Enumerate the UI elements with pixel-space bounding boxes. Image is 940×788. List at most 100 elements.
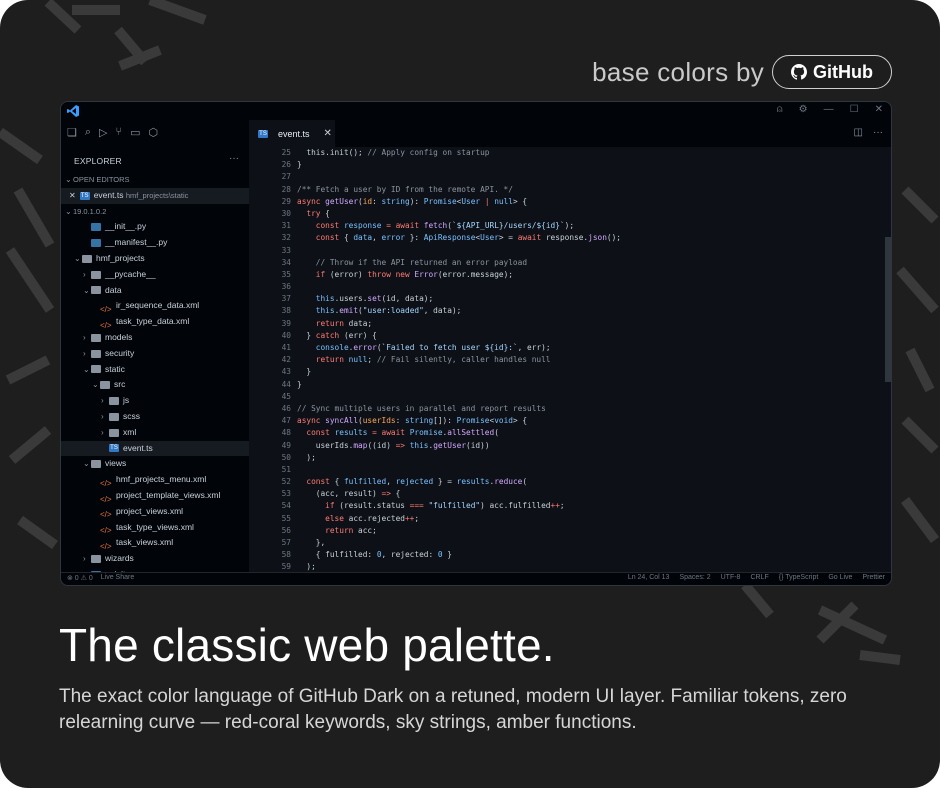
status-item[interactable]: UTF-8	[721, 574, 741, 581]
line-number: 46	[281, 403, 291, 413]
code-token: ((id)	[367, 440, 396, 450]
code-token: }	[442, 550, 452, 560]
tree-item[interactable]: › scss	[61, 409, 249, 425]
tree-item[interactable]: __manifest__.py	[61, 235, 249, 251]
open-editor-item[interactable]: ✕ TS event.ts hmf_projects\static	[61, 187, 249, 204]
code-token: > =	[498, 233, 518, 243]
code-token: if	[297, 269, 330, 279]
code-token: data	[353, 233, 373, 243]
status-left: ⊗ 0 ⚠ 0 Live Share	[67, 574, 134, 582]
tab-event-ts[interactable]: TS event.ts ✕	[249, 120, 335, 147]
search-icon[interactable]: ⌕	[85, 126, 91, 139]
code-token: , rejected:	[381, 550, 438, 560]
tree-item[interactable]: › models	[61, 330, 249, 346]
status-item[interactable]: Live Share	[101, 574, 134, 582]
tree-item[interactable]: › wizards	[61, 551, 249, 567]
code-token: getUser	[433, 440, 467, 450]
code-token: this	[297, 294, 335, 304]
code-token: (`	[447, 221, 457, 231]
remote-icon[interactable]: ▭	[130, 126, 140, 139]
code-token: Promise	[456, 416, 490, 426]
close-icon[interactable]: ✕	[69, 191, 76, 200]
account-icon[interactable]: ⍝	[777, 104, 783, 115]
folder-icon	[91, 286, 101, 295]
code-line: const { fulfilled, rejected } = results.…	[297, 476, 621, 488]
run-icon[interactable]: ▷	[99, 126, 107, 139]
code-line: },	[297, 537, 621, 549]
headline: The classic web palette.	[59, 619, 555, 671]
tree-item-label: event.ts	[123, 442, 153, 453]
split-editor-icon[interactable]: ◫	[854, 127, 863, 138]
tab-close-icon[interactable]: ✕	[324, 128, 332, 139]
line-number: 48	[281, 428, 291, 438]
files-icon[interactable]: ❏	[67, 126, 77, 139]
more-actions-icon[interactable]: ···	[873, 127, 883, 138]
tree-item[interactable]: ⌄ data	[61, 283, 249, 299]
code-token: await	[395, 221, 424, 231]
folder-icon	[91, 460, 101, 469]
tree-item-label: xml	[123, 426, 137, 437]
code-token: null	[494, 196, 513, 206]
status-item[interactable]: {} TypeScript	[779, 574, 819, 581]
tree-item[interactable]: </> project_template_views.xml	[61, 488, 249, 504]
tree-item[interactable]: TS event.ts	[61, 440, 249, 457]
settings-icon[interactable]: ⚙	[799, 104, 808, 115]
editor-window: ⍝ ⚙ — ☐ ✕ ❏ ⌕ ▷ ⑂ ▭ ⬡ EXPLORER ··· ⌄OPEN…	[60, 101, 892, 586]
tree-item[interactable]: </> hmf_projects_menu.xml	[61, 472, 249, 488]
source-control-icon[interactable]: ⑂	[116, 126, 123, 139]
folder-icon	[91, 333, 101, 342]
tree-item-label: scss	[123, 410, 140, 421]
code-editor[interactable]: 25 26 27 28 29 30 31 32 33 34 35 36 37 38 39 40 41 42 43 44…	[249, 147, 891, 575]
open-editors-header[interactable]: ⌄OPEN EDITORS	[61, 172, 249, 188]
code-token: void	[494, 416, 513, 426]
status-item[interactable]: CRLF	[750, 574, 768, 581]
close-icon[interactable]: ✕	[875, 104, 883, 115]
tab-bar: TS event.ts ✕ ◫ ···	[249, 120, 891, 148]
github-badge: GitHub	[772, 55, 892, 89]
code-token: ===	[409, 501, 429, 511]
chevron-down-icon: ⌄	[65, 175, 72, 184]
tree-item[interactable]: ⌄ src	[61, 377, 249, 393]
line-number: 39	[281, 318, 291, 328]
code-token: this	[409, 440, 429, 450]
tree-item[interactable]: ⌄ static	[61, 362, 249, 378]
folder-icon	[109, 428, 119, 437]
maximize-icon[interactable]: ☐	[850, 104, 859, 115]
extensions-icon[interactable]: ⬡	[149, 126, 159, 139]
code-token: (	[522, 477, 528, 487]
chevron-right-icon: ›	[101, 427, 104, 437]
tree-item[interactable]: </> task_views.xml	[61, 535, 249, 551]
code-token: ,	[372, 233, 382, 243]
status-item[interactable]: Spaces: 2	[679, 574, 710, 581]
explorer-more-button[interactable]: ···	[229, 153, 239, 164]
status-item[interactable]: Ln 24, Col 13	[628, 574, 670, 581]
tree-item[interactable]: __init__.py	[61, 219, 249, 235]
code-token: User	[480, 233, 499, 243]
tree-item[interactable]: </> task_type_data.xml	[61, 314, 249, 330]
tree-item[interactable]: › js	[61, 393, 249, 409]
chevron-down-icon: ⌄	[92, 380, 99, 390]
code-token: console	[297, 343, 349, 352]
code-token: acc;	[358, 525, 377, 535]
status-item[interactable]: Go Live	[828, 574, 852, 581]
badge-row: base colors by GitHub	[592, 54, 892, 90]
status-item[interactable]: ⊗ 0 ⚠ 0	[67, 574, 93, 582]
minimize-icon[interactable]: —	[824, 104, 834, 115]
tree-item[interactable]: ⌄ hmf_projects	[61, 251, 249, 267]
status-item[interactable]: Prettier	[862, 574, 885, 581]
chevron-down-icon: ⌄	[83, 459, 90, 469]
line-number: 29	[281, 196, 291, 206]
editor-scrollbar[interactable]	[885, 237, 891, 382]
code-token: ++	[550, 501, 560, 511]
workspace-header[interactable]: ⌄19.0.1.0.2	[61, 204, 249, 220]
tree-item[interactable]: › security	[61, 346, 249, 362]
folder-icon	[91, 365, 101, 374]
tree-item[interactable]: › xml	[61, 425, 249, 441]
tree-item[interactable]: </> ir_sequence_data.xml	[61, 298, 249, 314]
tree-item[interactable]: </> task_type_views.xml	[61, 520, 249, 536]
tree-item[interactable]: › __pycache__	[61, 267, 249, 283]
line-number: 54	[281, 501, 291, 511]
chevron-down-icon: ⌄	[83, 364, 90, 374]
tree-item[interactable]: ⌄ views	[61, 456, 249, 472]
tree-item[interactable]: </> project_views.xml	[61, 504, 249, 520]
